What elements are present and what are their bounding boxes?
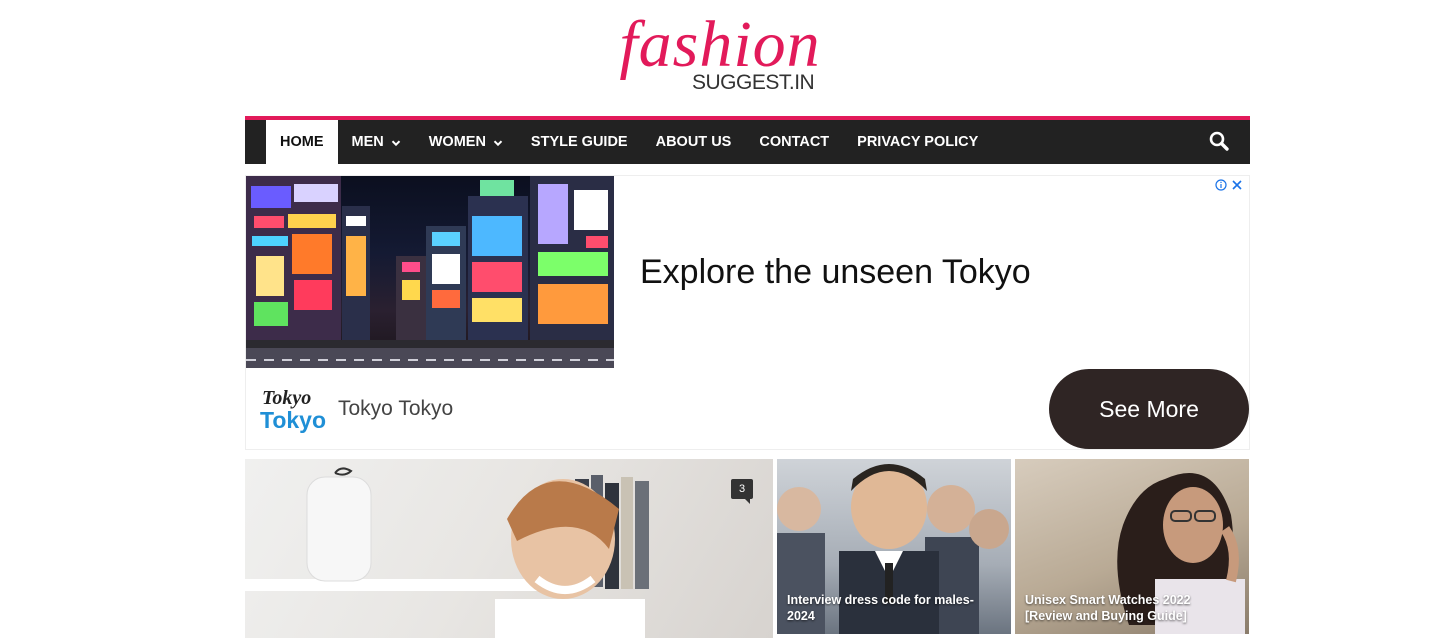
- nav-item-label: CONTACT: [759, 134, 830, 150]
- nav-item-women[interactable]: WOMEN: [415, 120, 517, 164]
- ad-footer: Tokyo Tokyo Tokyo Tokyo See More: [246, 369, 1249, 449]
- ad-choices: [1215, 178, 1243, 191]
- nav-item-contact[interactable]: CONTACT: [745, 120, 843, 164]
- nav-menu: HOME MEN WOMEN STYLE GUIDE ABOUT US CONT…: [266, 120, 992, 164]
- chevron-down-icon: [391, 136, 401, 147]
- logo-subtitle: SUGGEST.IN: [692, 71, 815, 94]
- site-logo[interactable]: fashion SUGGEST.IN: [0, 0, 1440, 116]
- main-navigation: HOME MEN WOMEN STYLE GUIDE ABOUT US CONT…: [245, 116, 1250, 164]
- nav-item-privacy-policy[interactable]: PRIVACY POLICY: [843, 120, 992, 164]
- nav-item-home[interactable]: HOME: [266, 120, 338, 164]
- article-card[interactable]: Unisex Smart Watches 2022 [Review and Bu…: [1015, 459, 1249, 634]
- nav-item-label: PRIVACY POLICY: [857, 134, 979, 150]
- featured-article-large[interactable]: 3: [245, 459, 773, 638]
- nav-item-label: HOME: [280, 134, 324, 150]
- nav-item-style-guide[interactable]: STYLE GUIDE: [517, 120, 642, 164]
- nav-item-about-us[interactable]: ABOUT US: [642, 120, 746, 164]
- info-icon[interactable]: [1215, 178, 1227, 191]
- article-card[interactable]: Interview dress code for males- 2024: [777, 459, 1011, 634]
- nav-item-men[interactable]: MEN: [338, 120, 415, 164]
- advertisement-banner[interactable]: Explore the unseen Tokyo Tokyo Tokyo Tok…: [245, 175, 1250, 450]
- nav-item-label: WOMEN: [428, 134, 486, 150]
- ad-brand-logo[interactable]: Tokyo Tokyo: [260, 383, 327, 437]
- comment-count-badge[interactable]: 3: [731, 479, 753, 504]
- featured-articles: 3 Interview dress code for males- 2024 U…: [245, 459, 1250, 638]
- ad-image-tokyo-street[interactable]: [246, 176, 614, 368]
- nav-item-label: STYLE GUIDE: [530, 134, 628, 150]
- brand-logo-line2: Tokyo: [260, 407, 327, 433]
- article-title[interactable]: Unisex Smart Watches 2022 [Review and Bu…: [1025, 592, 1239, 624]
- article-title[interactable]: Interview dress code for males- 2024: [787, 592, 1001, 624]
- nav-item-label: ABOUT US: [655, 134, 732, 150]
- ad-headline[interactable]: Explore the unseen Tokyo: [640, 253, 1031, 292]
- close-icon[interactable]: [1231, 178, 1243, 190]
- search-icon[interactable]: [1208, 130, 1232, 154]
- ad-brand-name[interactable]: Tokyo Tokyo: [338, 397, 453, 421]
- see-more-button[interactable]: See More: [1049, 369, 1249, 449]
- chevron-down-icon: [493, 136, 503, 147]
- nav-item-label: MEN: [351, 134, 384, 150]
